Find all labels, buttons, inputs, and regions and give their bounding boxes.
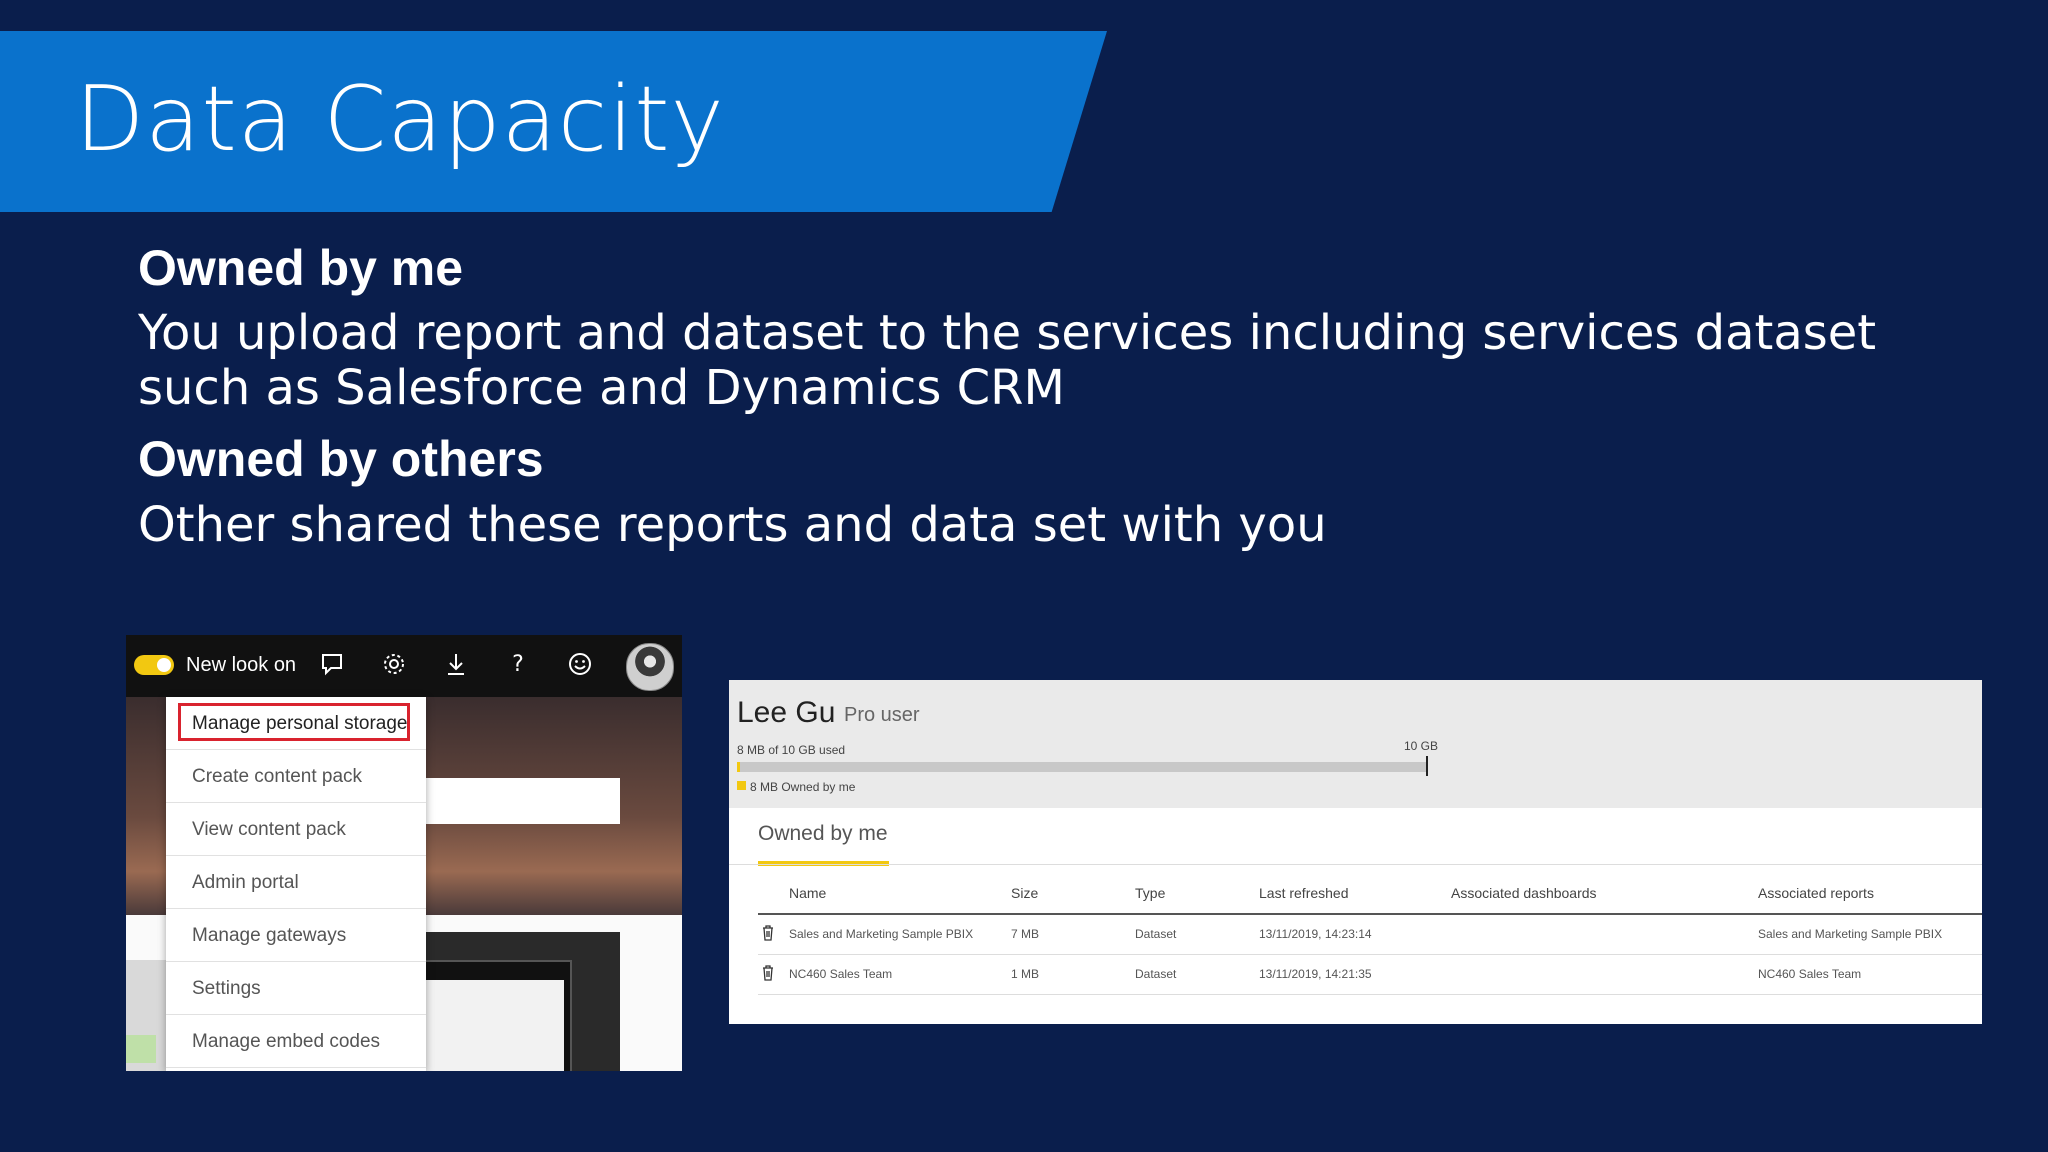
- cell-name: Sales and Marketing Sample PBIX: [789, 927, 974, 941]
- column-header-type[interactable]: Type: [1135, 885, 1165, 901]
- cell-size: 1 MB: [1011, 967, 1040, 981]
- help-icon[interactable]: ?: [504, 651, 532, 679]
- background-laptop-screen: [416, 960, 572, 1071]
- menu-item-manage-personal-storage[interactable]: Manage personal storage: [166, 697, 426, 750]
- menu-item-create-content-pack[interactable]: Create content pack: [166, 750, 426, 803]
- storage-usage-text: 8 MB of 10 GB used: [737, 743, 846, 757]
- cell-associated-reports[interactable]: Sales and Marketing Sample PBIX: [1758, 927, 1942, 941]
- storage-usage-bar: [737, 762, 1427, 772]
- user-name: Lee Gu: [737, 696, 836, 729]
- heading-owned-by-me: Owned by me: [138, 240, 464, 296]
- text-owned-by-me-line2: such as Salesforce and Dynamics CRM: [138, 360, 1065, 416]
- menu-item-view-content-pack[interactable]: View content pack: [166, 803, 426, 856]
- top-toolbar: New look on ?: [126, 635, 682, 697]
- slide-title: Data Capacity: [75, 67, 725, 172]
- column-header-last-refreshed[interactable]: Last refreshed: [1259, 885, 1349, 901]
- column-header-size[interactable]: Size: [1011, 885, 1038, 901]
- cell-associated-reports[interactable]: NC460 Sales Team: [1758, 967, 1861, 981]
- settings-dropdown-menu: Manage personal storage Create content p…: [166, 697, 426, 1071]
- storage-usage-fill: [737, 762, 740, 772]
- storage-capacity-marker: [1426, 756, 1428, 776]
- column-header-name[interactable]: Name: [789, 885, 826, 901]
- smiley-icon[interactable]: [566, 651, 594, 679]
- text-owned-by-me-line1: You upload report and dataset to the ser…: [138, 305, 1877, 361]
- user-license-type: Pro user: [844, 704, 920, 726]
- background-panel: [426, 778, 620, 824]
- cell-last-refreshed: 13/11/2019, 14:21:35: [1259, 967, 1372, 981]
- background-left-screen: [126, 960, 166, 1071]
- menu-item-settings[interactable]: Settings: [166, 962, 426, 1015]
- delete-icon[interactable]: [762, 965, 774, 981]
- table-row[interactable]: Sales and Marketing Sample PBIX 7 MB Dat…: [758, 915, 1982, 955]
- delete-icon[interactable]: [762, 925, 774, 941]
- menu-item-admin-portal[interactable]: Admin portal: [166, 856, 426, 909]
- storage-summary-panel: [729, 680, 1982, 808]
- cell-name: NC460 Sales Team: [789, 967, 893, 981]
- text-owned-by-others: Other shared these reports and data set …: [138, 497, 1327, 553]
- personal-storage-screenshot: Lee Gu Pro user 8 MB of 10 GB used 10 GB…: [729, 680, 1982, 1024]
- gear-icon[interactable]: [380, 651, 408, 679]
- new-look-toggle[interactable]: [134, 655, 174, 675]
- heading-owned-by-others: Owned by others: [138, 431, 544, 487]
- avatar[interactable]: [626, 643, 674, 691]
- comment-icon[interactable]: [318, 651, 346, 679]
- table-row[interactable]: NC460 Sales Team 1 MB Dataset 13/11/2019…: [758, 955, 1982, 995]
- download-icon[interactable]: [442, 651, 470, 679]
- legend-swatch: [737, 781, 746, 790]
- settings-menu-screenshot: New look on ? Manage personal storage Cr…: [126, 635, 682, 1071]
- menu-item-label: Manage personal storage: [192, 713, 408, 734]
- column-header-associated-reports[interactable]: Associated reports: [1758, 885, 1874, 901]
- column-header-associated-dashboards[interactable]: Associated dashboards: [1451, 885, 1597, 901]
- cell-type: Dataset: [1135, 967, 1177, 981]
- cell-last-refreshed: 13/11/2019, 14:23:14: [1259, 927, 1372, 941]
- cell-size: 7 MB: [1011, 927, 1040, 941]
- tab-owned-by-me[interactable]: Owned by me: [758, 822, 888, 846]
- cell-type: Dataset: [1135, 927, 1177, 941]
- storage-capacity-label: 10 GB: [1404, 739, 1439, 753]
- legend-owned-by-me: 8 MB Owned by me: [750, 780, 856, 794]
- tab-divider: [729, 864, 1982, 865]
- menu-item-manage-gateways[interactable]: Manage gateways: [166, 909, 426, 962]
- new-look-label: New look on: [186, 654, 297, 676]
- menu-item-manage-embed-codes[interactable]: Manage embed codes: [166, 1015, 426, 1068]
